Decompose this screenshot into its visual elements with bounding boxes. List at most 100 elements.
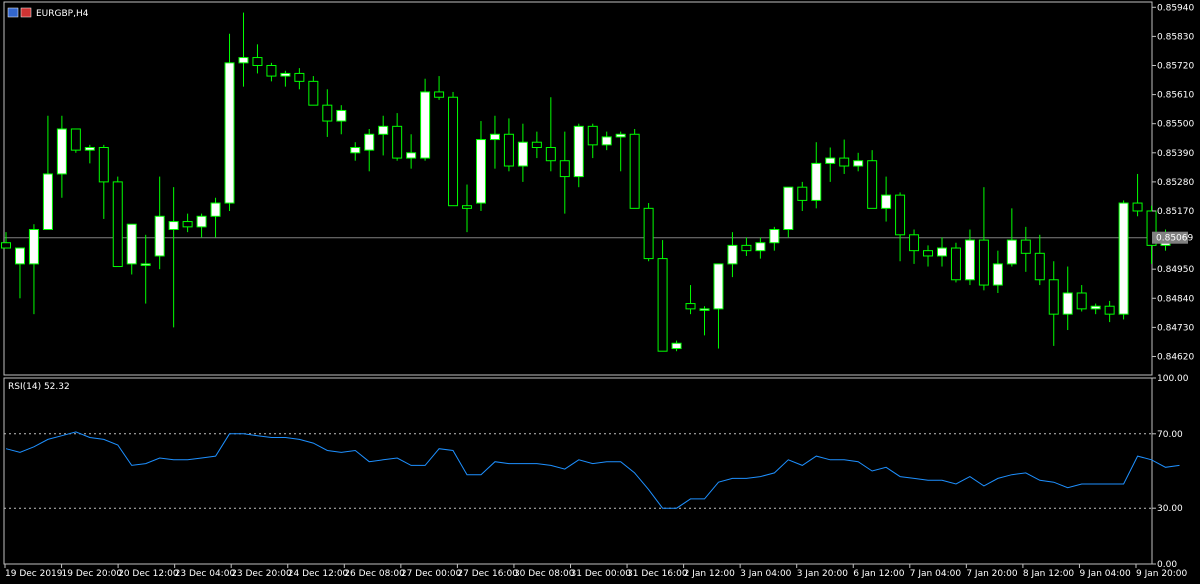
candle <box>1034 234 1045 286</box>
candle <box>531 131 542 159</box>
candle-body <box>755 242 766 252</box>
candle <box>1020 226 1031 272</box>
candle-body <box>210 202 221 217</box>
time-tick-label: 31 Dec 16:00 <box>627 569 688 579</box>
candles-group <box>1 12 1171 352</box>
time-tick-label: 9 Jan 04:00 <box>1079 569 1131 579</box>
candle <box>1104 300 1115 323</box>
candle <box>322 89 333 137</box>
symbol-flag-icon <box>7 7 32 18</box>
candle <box>462 184 473 233</box>
candle <box>56 115 67 198</box>
candle-body <box>112 181 123 268</box>
time-tick-label: 23 Dec 04:00 <box>175 569 236 579</box>
candle-body <box>671 342 682 350</box>
time-tick-label: 24 Dec 12:00 <box>288 569 349 579</box>
rsi-axis: 100.0070.0030.000.00 <box>1152 374 1189 570</box>
candle <box>643 203 654 262</box>
rsi-line <box>5 431 1180 509</box>
candle-body <box>587 125 598 146</box>
candle-body <box>1048 279 1059 315</box>
price-tick-label: 0.84950 <box>1157 265 1194 275</box>
candle-body <box>909 234 920 252</box>
candle-body <box>224 62 235 204</box>
rsi-panel: 100.0070.0030.000.00 RSI(14) 52.32 <box>3 374 1189 570</box>
symbol-label: EURGBP,H4 <box>36 9 89 19</box>
candle <box>266 62 277 82</box>
current-price-label: 0.85069 <box>1156 234 1193 244</box>
candle-body <box>685 303 696 310</box>
price-axis: 0.85940 0.85830 0.85720 0.85610 0.85500 0.853… <box>1152 3 1194 362</box>
candle-body <box>727 244 738 265</box>
candle <box>84 144 95 164</box>
candle-body <box>657 258 668 352</box>
time-tick-label: 6 Jan 12:00 <box>853 569 905 579</box>
candle <box>252 44 263 74</box>
candle-body <box>392 125 403 159</box>
candle <box>895 192 906 262</box>
candle <box>126 223 137 275</box>
candle-body <box>1062 292 1073 315</box>
candle <box>923 245 934 267</box>
candle-body <box>434 91 445 98</box>
candle <box>182 213 193 233</box>
time-tick-label: 27 Dec 00:00 <box>401 569 462 579</box>
candle-body <box>489 133 500 141</box>
candle-body <box>741 244 752 252</box>
candle <box>671 340 682 352</box>
candle <box>28 224 39 315</box>
candle-body <box>238 57 249 64</box>
candle-body <box>406 152 417 159</box>
candle-body <box>420 91 431 159</box>
candle-body <box>28 229 39 265</box>
candle <box>1 232 11 249</box>
candle <box>420 78 431 161</box>
candle-body <box>84 146 95 151</box>
candle <box>406 134 417 169</box>
candle <box>657 240 668 352</box>
candle-body <box>867 160 878 209</box>
candle-body <box>56 128 67 175</box>
candle-body <box>14 247 25 265</box>
candle-body <box>266 64 277 77</box>
candle-body <box>629 133 640 209</box>
rsi-tick-label: 70.00 <box>1157 430 1183 440</box>
candle-body <box>1104 305 1115 315</box>
time-tick-label: 2 Jan 12:00 <box>684 569 736 579</box>
candle <box>42 115 53 231</box>
candle <box>727 232 738 278</box>
candle-body <box>531 141 542 148</box>
candle <box>364 128 375 172</box>
candle <box>308 76 319 106</box>
candle-body <box>1090 305 1101 310</box>
candle-body <box>881 194 892 209</box>
candle <box>909 229 920 264</box>
price-panel-border <box>3 1 1153 376</box>
candle <box>1076 285 1087 312</box>
price-tick-label: 0.85940 <box>1157 3 1194 13</box>
time-tick-label: 23 Dec 20:00 <box>231 569 292 579</box>
candle <box>1132 173 1143 217</box>
candle-body <box>70 128 81 151</box>
candle <box>210 197 221 238</box>
time-tick-label: 7 Jan 20:00 <box>966 569 1018 579</box>
candle-body <box>1132 202 1143 212</box>
time-tick-label: 7 Jan 04:00 <box>910 569 962 579</box>
candle-body <box>1020 239 1031 254</box>
price-tick-label: 0.85610 <box>1157 91 1194 101</box>
time-tick-label: 20 Dec 12:00 <box>118 569 179 579</box>
candle-body <box>825 157 836 164</box>
price-tick-label: 0.84730 <box>1157 323 1194 333</box>
candle-body <box>1 242 11 249</box>
candle <box>629 128 640 209</box>
candle <box>196 213 207 238</box>
candle <box>280 70 291 87</box>
candle <box>503 118 514 172</box>
time-tick-label: 3 Jan 20:00 <box>797 569 849 579</box>
candle-body <box>839 157 850 167</box>
price-tick-label: 0.85830 <box>1157 32 1194 42</box>
time-tick-label: 8 Jan 12:00 <box>1023 569 1075 579</box>
candle-body <box>545 146 556 162</box>
candle-body <box>699 308 710 311</box>
candle <box>1048 261 1059 346</box>
